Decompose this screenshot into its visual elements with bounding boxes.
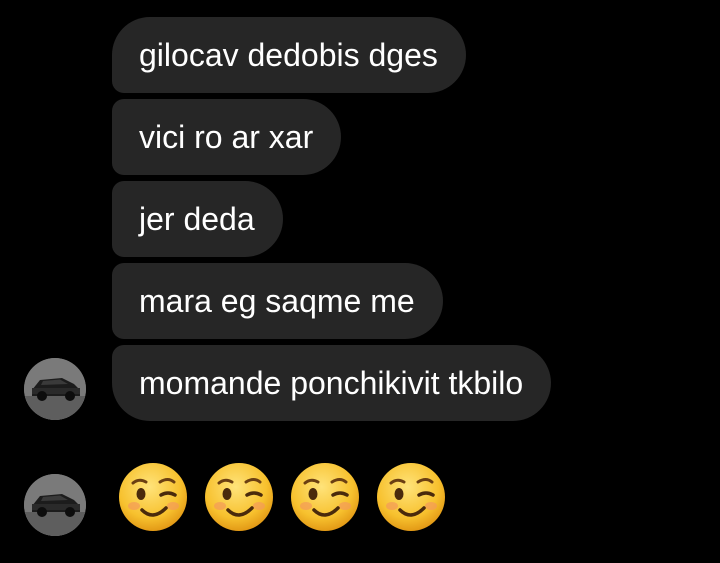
message-text: gilocav dedobis dges (139, 37, 438, 73)
winking-face-icon (119, 463, 187, 531)
sender-avatar[interactable] (24, 358, 86, 420)
message-bubble[interactable]: vici ro ar xar (112, 99, 342, 175)
message-text: jer deda (139, 201, 255, 237)
sender-avatar[interactable] (24, 474, 86, 536)
winking-face-icon (377, 463, 445, 531)
winking-face-emoji[interactable] (289, 461, 361, 533)
message-bubble[interactable]: mara eg saqme me (112, 263, 443, 339)
winking-face-emoji[interactable] (117, 461, 189, 533)
car-photo-icon (24, 474, 86, 536)
car-photo-icon (24, 358, 86, 420)
message-text: momande ponchikivit tkbilo (139, 365, 524, 401)
winking-face-icon (291, 463, 359, 531)
winking-face-icon (205, 463, 273, 531)
message-text: mara eg saqme me (139, 283, 415, 319)
message-bubble[interactable]: gilocav dedobis dges (112, 17, 466, 93)
winking-face-emoji[interactable] (375, 461, 447, 533)
message-text: vici ro ar xar (139, 119, 314, 155)
message-bubble[interactable]: jer deda (112, 181, 283, 257)
winking-face-emoji[interactable] (203, 461, 275, 533)
message-bubble[interactable]: momande ponchikivit tkbilo (112, 345, 552, 421)
